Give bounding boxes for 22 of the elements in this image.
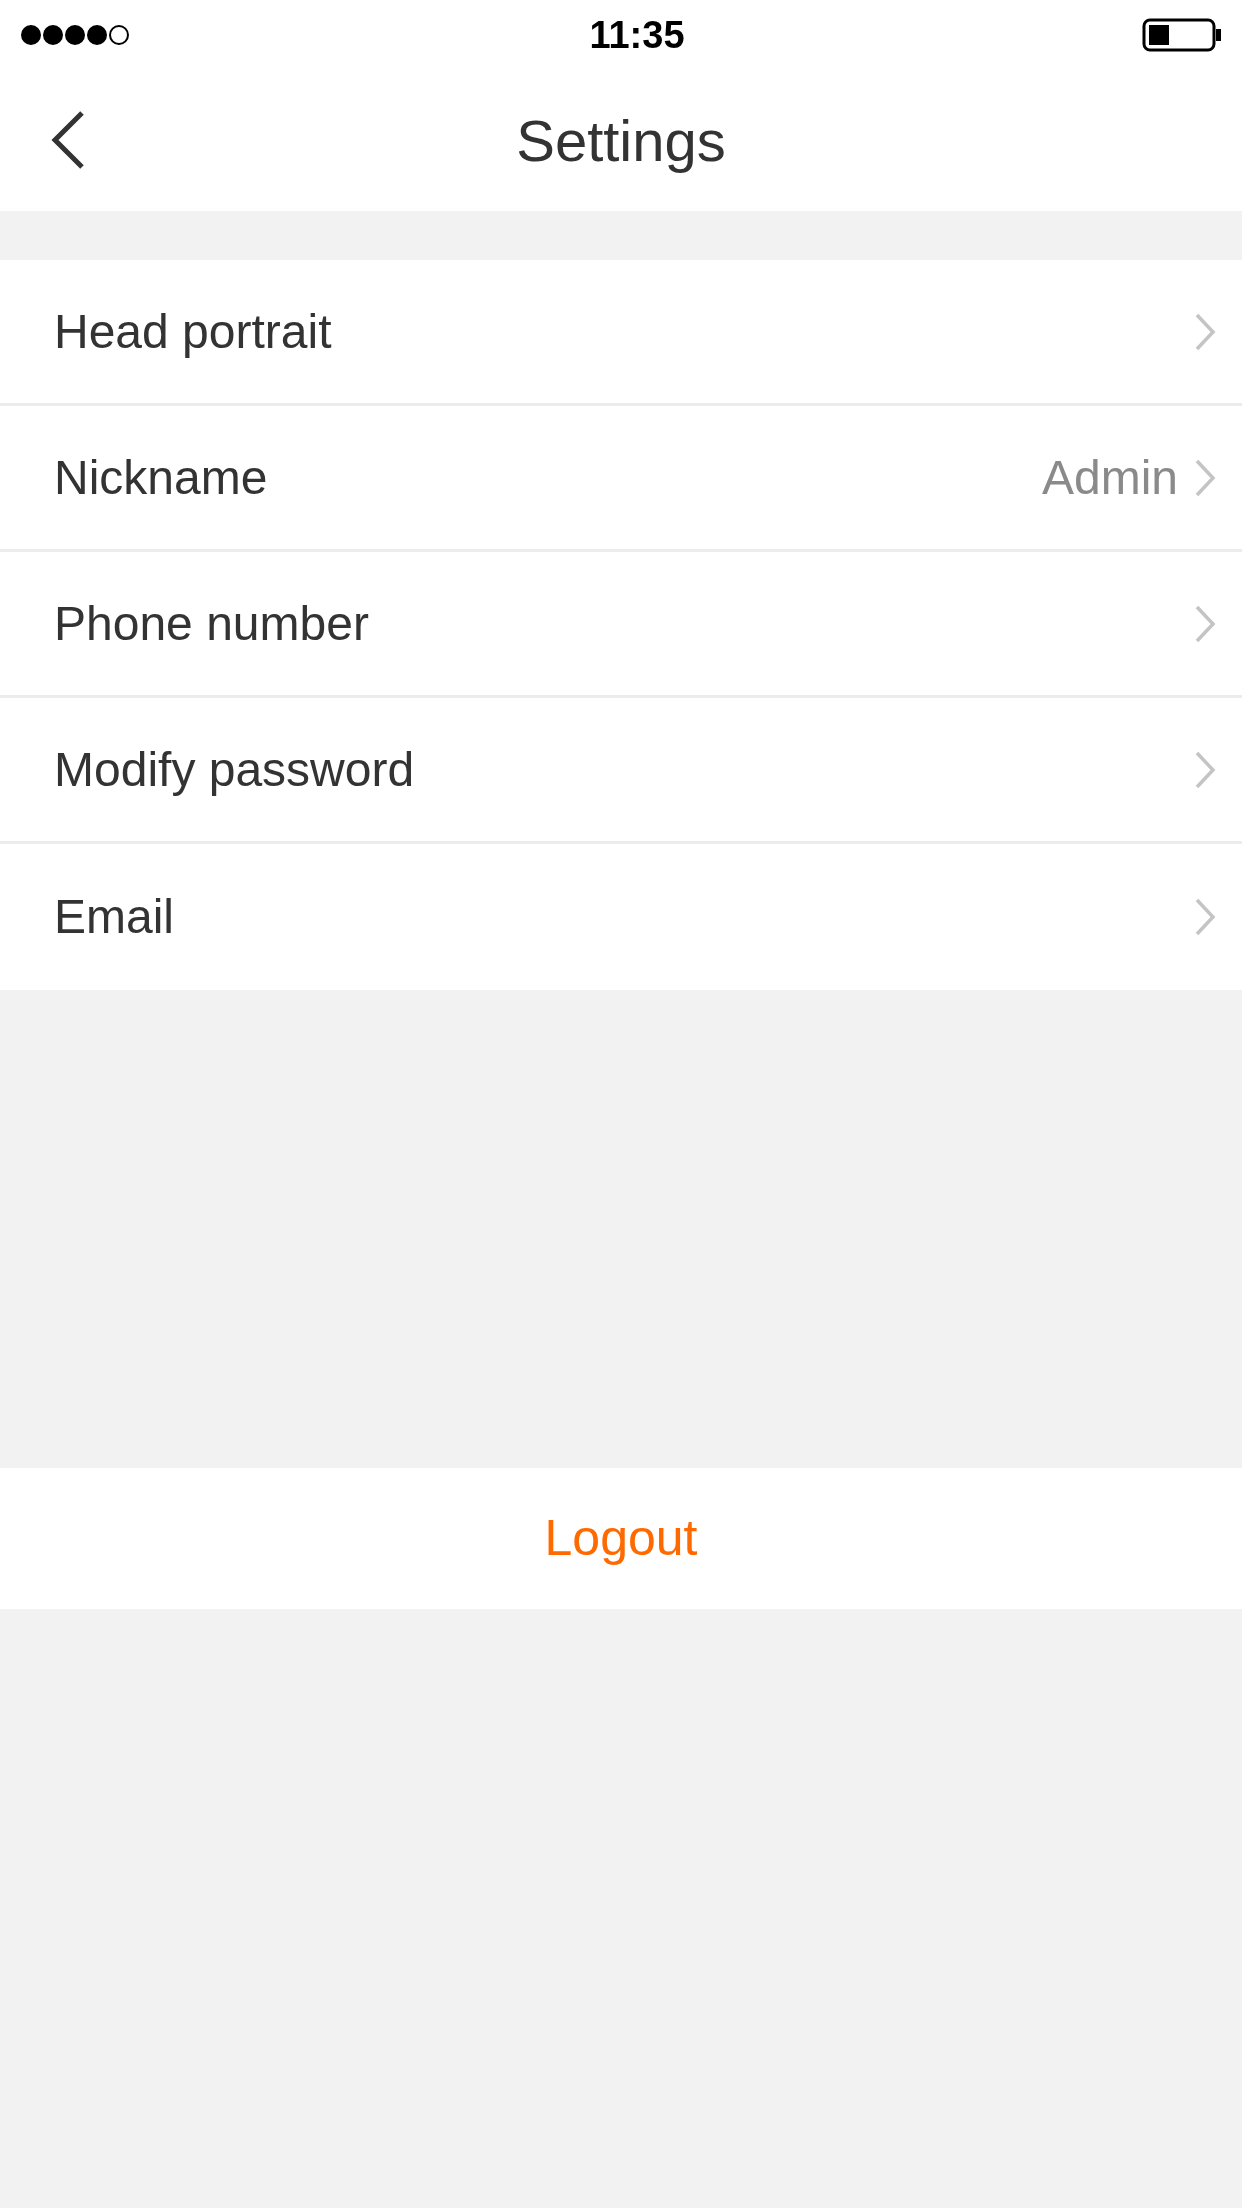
- settings-row[interactable]: Phone number: [0, 552, 1242, 698]
- settings-row[interactable]: Nickname Admin: [0, 406, 1242, 552]
- row-label: Nickname: [54, 449, 269, 506]
- row-label: Phone number: [54, 595, 370, 652]
- settings-row[interactable]: Head portrait: [0, 260, 1242, 406]
- chevron-right-icon: [1194, 457, 1216, 498]
- row-value: Admin: [1041, 449, 1178, 506]
- back-icon: [50, 110, 86, 170]
- back-button[interactable]: [50, 110, 86, 170]
- battery-icon: [1142, 18, 1222, 52]
- chevron-right-icon: [1194, 749, 1216, 790]
- chevron-right-icon: [1194, 603, 1216, 644]
- row-label: Head portrait: [54, 303, 333, 360]
- row-label: Email: [54, 889, 176, 945]
- status-time: 11:35: [589, 12, 685, 58]
- row-label: Modify password: [54, 741, 416, 798]
- chevron-right-icon: [1194, 897, 1216, 937]
- settings-row[interactable]: Modify password: [0, 698, 1242, 844]
- signal-strength-icon: [20, 23, 132, 47]
- settings-row[interactable]: Email: [0, 844, 1242, 990]
- page-title: Settings: [516, 107, 726, 175]
- chevron-right-icon: [1194, 311, 1216, 352]
